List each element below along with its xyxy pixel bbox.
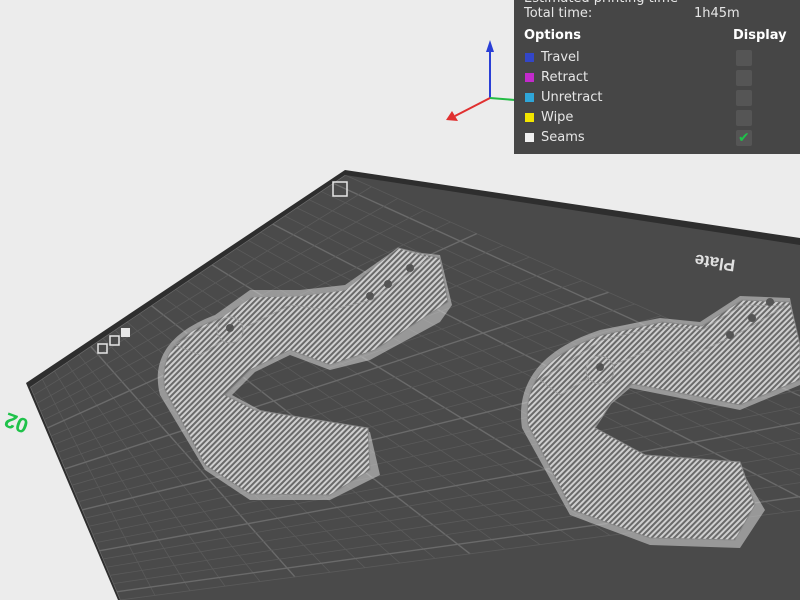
total-time-value: 1h45m xyxy=(694,6,740,21)
display-checkbox-retract[interactable]: ✔ xyxy=(736,70,752,86)
display-header: Display xyxy=(733,28,787,43)
part-1-hole xyxy=(366,292,374,300)
legend-item-label: Wipe xyxy=(541,110,574,125)
part-2-hole xyxy=(748,314,756,322)
legend-item-wipe[interactable]: Wipe ✔ xyxy=(514,108,800,128)
plate-number: 02 xyxy=(2,408,32,438)
legend-header-row: Options Display xyxy=(514,26,800,46)
color-swatch xyxy=(525,93,534,102)
display-checkbox-unretract[interactable]: ✔ xyxy=(736,90,752,106)
plate-options-icon[interactable] xyxy=(121,328,130,337)
legend-item-label: Travel xyxy=(541,50,580,65)
display-checkbox-wipe[interactable]: ✔ xyxy=(736,110,752,126)
checkmark-icon: ✔ xyxy=(738,130,750,146)
color-swatch xyxy=(525,53,534,62)
total-time-row: Total time: 1h45m xyxy=(514,4,800,24)
display-checkbox-seams[interactable]: ✔ xyxy=(736,130,752,146)
options-header: Options xyxy=(524,28,581,43)
color-swatch xyxy=(525,73,534,82)
legend-item-label: Retract xyxy=(541,70,589,85)
part-2-hole xyxy=(766,298,774,306)
legend-item-seams[interactable]: Seams ✔ xyxy=(514,128,800,148)
part-1-hole xyxy=(226,324,234,332)
part-2-hole xyxy=(596,363,604,371)
gcode-legend-panel: Estimated printing time Total time: 1h45… xyxy=(514,0,800,154)
color-swatch xyxy=(525,133,534,142)
total-time-label: Total time: xyxy=(524,6,593,21)
legend-item-unretract[interactable]: Unretract ✔ xyxy=(514,88,800,108)
part-1-hole xyxy=(406,264,414,272)
legend-item-label: Unretract xyxy=(541,90,603,105)
display-checkbox-travel[interactable]: ✔ xyxy=(736,50,752,66)
axis-gizmo-icon[interactable] xyxy=(446,40,516,121)
legend-item-retract[interactable]: Retract ✔ xyxy=(514,68,800,88)
color-swatch xyxy=(525,113,534,122)
legend-item-travel[interactable]: Travel ✔ xyxy=(514,48,800,68)
part-2-hole xyxy=(726,331,734,339)
legend-item-label: Seams xyxy=(541,130,585,145)
part-1-hole xyxy=(384,280,392,288)
